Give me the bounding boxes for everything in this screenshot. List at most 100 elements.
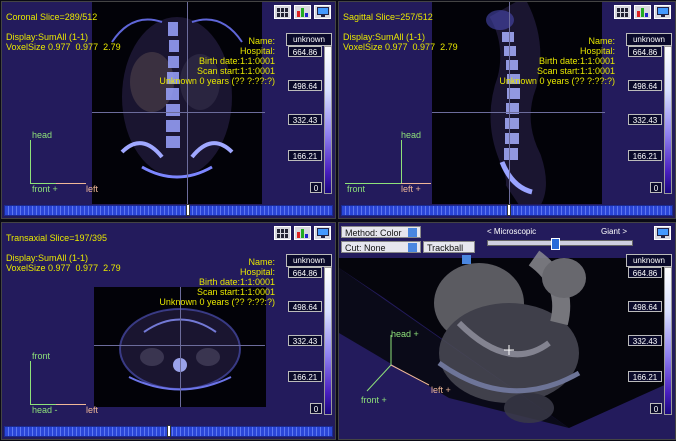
zoom-max-label: Giant > [601, 227, 628, 236]
hospital-label: Hospital: [239, 46, 275, 56]
cut-dropdown[interactable]: Cut: None [341, 241, 421, 253]
colorbar-tick: 166.21 [628, 371, 662, 382]
colorbar-tick: 664.86 [288, 267, 322, 278]
slice-slider[interactable] [341, 204, 673, 216]
age-info: Unknown 0 years (?? ?:??:?) [159, 297, 275, 307]
grid-icon[interactable] [274, 5, 291, 19]
axis-a-label: front [347, 184, 366, 194]
axis-a-label: head - [32, 405, 58, 415]
voxel-size: VoxelSize 0.977 0.977 2.79 [6, 42, 121, 52]
chevron-right-icon [408, 243, 417, 252]
colorbar-tick: 498.64 [288, 301, 322, 312]
voxel-size: VoxelSize 0.977 0.977 2.79 [343, 42, 458, 52]
name-value: unknown [626, 254, 672, 267]
monitor-icon[interactable] [654, 5, 671, 19]
crosshair-horizontal [92, 112, 265, 113]
slider-thumb[interactable] [186, 204, 190, 216]
scan-start: Scan start:1:1:0001 [536, 66, 615, 76]
zoom-slider-thumb[interactable] [551, 238, 560, 250]
name-value: unknown [286, 254, 332, 267]
monitor-icon[interactable] [314, 226, 331, 240]
colorbar-tick: 0 [650, 182, 662, 193]
birth-date: Birth date:1:1:0001 [198, 277, 275, 287]
coronal-viewport[interactable]: Coronal Slice=289/512 Display:SumAll (1-… [1, 1, 336, 219]
chevron-right-icon [462, 255, 471, 264]
display-mode: Display:SumAll (1-1) [6, 32, 89, 42]
colorbar-gradient [664, 46, 672, 194]
method-dropdown[interactable]: Method: Color [341, 226, 421, 238]
display-mode: Display:SumAll (1-1) [6, 253, 89, 263]
patient-info: Name: Hospital: Birth date:1:1:0001 Scan… [159, 36, 275, 86]
colorbar-tick: 0 [310, 403, 322, 414]
slice-title: Sagittal Slice=257/512 [343, 12, 433, 22]
transaxial-viewport[interactable]: Transaxial Slice=197/395 Display:SumAll … [1, 222, 336, 440]
colorbar-tick: 166.21 [288, 371, 322, 382]
patient-info: Name: Hospital: Birth date:1:1:0001 Scan… [159, 257, 275, 307]
birth-date: Birth date:1:1:0001 [538, 56, 615, 66]
trackball-button[interactable]: Trackball [423, 241, 475, 264]
axis-b-label: left [86, 184, 99, 194]
colorbar-gradient [324, 267, 332, 415]
slider-thumb[interactable] [167, 425, 171, 437]
colorbar-tick: 498.64 [628, 301, 662, 312]
slice-title: Coronal Slice=289/512 [6, 12, 98, 22]
monitor-icon[interactable] [314, 5, 331, 19]
display-mode: Display:SumAll (1-1) [343, 32, 426, 42]
volume-render-viewport[interactable]: Method: Color Cut: None Trackball < Micr… [338, 222, 676, 440]
crosshair-vertical [509, 2, 510, 204]
histogram-icon[interactable] [294, 226, 311, 240]
colorbar-tick: 0 [310, 182, 322, 193]
name-label: Name: [248, 36, 275, 46]
colorbar-gradient [664, 267, 672, 415]
zoom-min-label: < Microscopic [487, 227, 537, 236]
zoom-slider[interactable] [487, 238, 633, 250]
sagittal-slice-image [432, 2, 602, 204]
patient-info: Name: Hospital: Birth date:1:1:0001 Scan… [499, 36, 615, 86]
colorbar: 664.86 498.64 332.43 166.21 0 [628, 46, 672, 194]
colorbar-tick: 332.43 [288, 335, 322, 346]
axis-up-label: head [32, 130, 53, 140]
slice-slider[interactable] [4, 204, 333, 216]
chevron-right-icon [408, 228, 417, 237]
name-value: unknown [286, 33, 332, 46]
axis-b-label: left + [431, 385, 451, 395]
colorbar-tick: 166.21 [288, 150, 322, 161]
colorbar-tick: 664.86 [628, 267, 662, 278]
axis-b-label: left + [401, 184, 421, 194]
colorbar-tick: 664.86 [288, 46, 322, 57]
coronal-slice-image [92, 2, 262, 204]
slice-title: Transaxial Slice=197/395 [6, 233, 107, 243]
axis-up-label: head [401, 130, 422, 140]
axis-up-label: front [32, 351, 51, 361]
grid-icon[interactable] [274, 226, 291, 240]
hospital-label: Hospital: [239, 267, 275, 277]
colorbar-gradient [324, 46, 332, 194]
slider-thumb[interactable] [507, 204, 511, 216]
scan-start: Scan start:1:1:0001 [196, 66, 275, 76]
trackball-label: Trackball [427, 243, 464, 253]
voxel-size: VoxelSize 0.977 0.977 2.79 [6, 263, 121, 273]
grid-icon[interactable] [614, 5, 631, 19]
name-value: unknown [626, 33, 672, 46]
age-info: Unknown 0 years (?? ?:??:?) [499, 76, 615, 86]
axis-a-label: front + [32, 184, 58, 194]
name-label: Name: [248, 257, 275, 267]
colorbar: 664.86 498.64 332.43 166.21 0 [288, 46, 332, 194]
birth-date: Birth date:1:1:0001 [198, 56, 275, 66]
colorbar: 664.86 498.64 332.43 166.21 0 [288, 267, 332, 415]
cut-label: Cut: None [345, 243, 386, 253]
colorbar-tick: 0 [650, 403, 662, 414]
name-label: Name: [588, 36, 615, 46]
scan-start: Scan start:1:1:0001 [196, 287, 275, 297]
crosshair-vertical [187, 2, 188, 204]
monitor-icon[interactable] [654, 226, 671, 240]
histogram-icon[interactable] [634, 5, 651, 19]
colorbar-tick: 332.43 [628, 114, 662, 125]
age-info: Unknown 0 years (?? ?:??:?) [159, 76, 275, 86]
method-label: Method: Color [345, 228, 402, 238]
sagittal-viewport[interactable]: Sagittal Slice=257/512 Display:SumAll (1… [338, 1, 676, 219]
colorbar-tick: 332.43 [628, 335, 662, 346]
slice-slider[interactable] [4, 425, 333, 437]
axis-up-label: head + [391, 329, 419, 339]
histogram-icon[interactable] [294, 5, 311, 19]
